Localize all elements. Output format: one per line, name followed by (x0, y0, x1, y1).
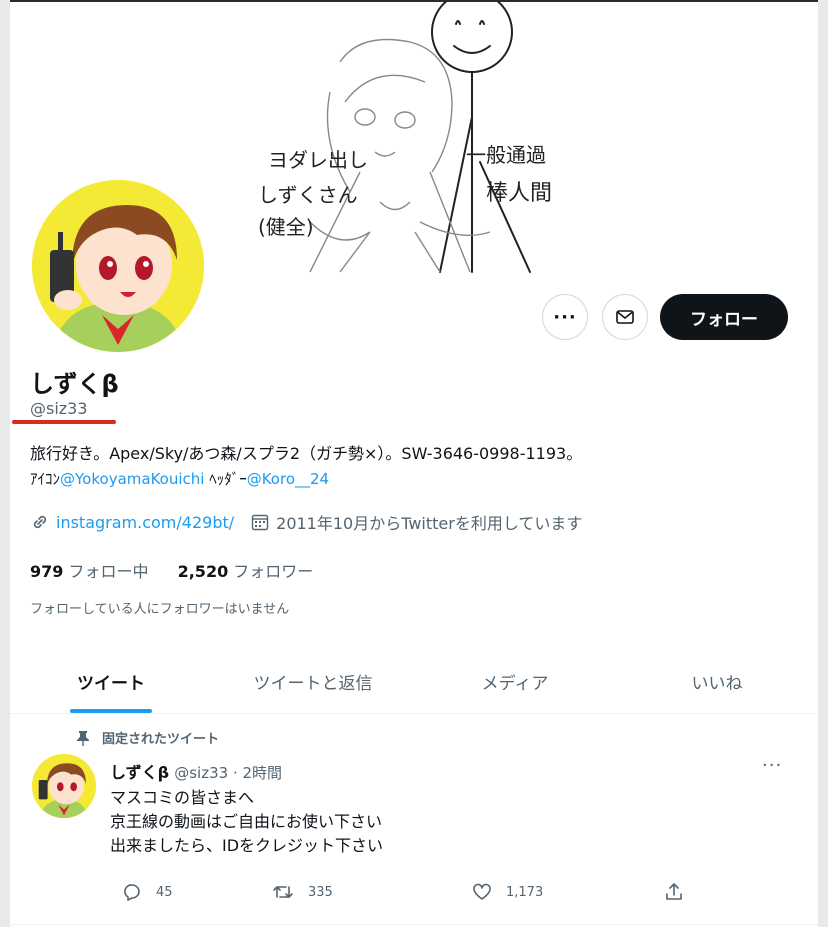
profile-page: ヨダレ出し しずくさん (健全) 一般通過 棒人間 ··· フォロー しずくβ … (10, 0, 818, 927)
tweet-line: 京王線の動画はご自由にお使い下さい (110, 812, 383, 831)
retweet-button[interactable]: 335 (272, 882, 333, 902)
joined-date: 2011年10月からTwitterを利用しています (276, 514, 583, 533)
art-label-right-1: 一般通過 (466, 143, 546, 167)
active-tab-indicator (70, 709, 152, 713)
retweet-icon (273, 886, 293, 898)
tab-likes[interactable]: いいね (616, 650, 818, 713)
followers-label: フォロワー (228, 562, 314, 581)
tab-media[interactable]: メディア (414, 650, 616, 713)
like-count: 1,173 (506, 884, 544, 900)
annotation-underline (12, 420, 116, 424)
tab-tweets-and-replies[interactable]: ツイートと返信 (212, 650, 414, 713)
tweet-header: しずくβ @siz33 · 2時間 (110, 759, 282, 783)
link-icon (33, 515, 47, 529)
reply-count: 45 (156, 884, 173, 900)
art-label-left-1: ヨダレ出し (268, 148, 368, 172)
profile-meta: instagram.com/429bt/ 2011年10月からTwitterを利… (30, 510, 598, 534)
website-link[interactable]: instagram.com/429bt/ (56, 513, 234, 532)
profile-handle: @siz33 (30, 399, 88, 418)
bio-line-1: 旅行好き。Apex/Sky/あつ森/スプラ2（ガチ勢×）。SW-3646-099… (30, 444, 583, 463)
retweet-count: 335 (308, 884, 333, 900)
follow-counts: 979 フォロー中 2,520 フォロワー (30, 558, 337, 582)
tweet-actions: 45 335 1,173 (110, 882, 690, 910)
share-button[interactable] (664, 882, 698, 902)
art-label-left-2: しずくさん (258, 183, 358, 207)
following-link[interactable]: 979 フォロー中 (30, 562, 149, 581)
share-icon (666, 883, 682, 900)
tweet-line: マスコミの皆さまへ (110, 788, 255, 807)
more-options-button[interactable]: ··· (542, 294, 588, 340)
reply-icon (124, 884, 140, 901)
website-item: instagram.com/429bt/ (30, 512, 234, 532)
follow-button[interactable]: フォロー (660, 294, 788, 340)
tweet-time[interactable]: 2時間 (243, 764, 283, 782)
following-label: フォロー中 (63, 562, 149, 581)
pin-icon (77, 730, 89, 746)
profile-avatar[interactable] (28, 176, 208, 356)
joined-item: 2011年10月からTwitterを利用しています (250, 510, 582, 534)
bio-link-icon-artist[interactable]: @YokoyamaKouichi (60, 470, 204, 488)
more-icon: ··· (553, 306, 577, 328)
tab-tweets-label: ツイート (77, 674, 145, 694)
art-label-left-3: (健全) (258, 215, 314, 239)
art-label-right-2: 棒人間 (486, 181, 552, 206)
pinned-indicator: 固定されたツイート (76, 728, 219, 747)
tweet-avatar[interactable] (32, 754, 96, 818)
profile-name: しずくβ (30, 370, 119, 398)
bio-line-2: ｱｲｺﾝ@YokoyamaKouichi ﾍｯﾀﾞｰ@Koro__24 (30, 468, 329, 489)
profile-tabs: ツイート ツイートと返信 メディア いいね (10, 650, 818, 714)
tweet-more-icon[interactable]: ··· (762, 755, 782, 776)
tweet-text: マスコミの皆さまへ 京王線の動画はご自由にお使い下さい 出来ましたら、IDをクレ… (110, 786, 383, 858)
pinned-label: 固定されたツイート (102, 732, 220, 747)
message-button[interactable] (602, 294, 648, 340)
tweet-author-handle[interactable]: @siz33 (174, 764, 228, 782)
followers-link[interactable]: 2,520 フォロワー (178, 562, 314, 581)
followers-you-know: フォローしている人にフォロワーはいません (30, 602, 290, 617)
divider (10, 924, 818, 925)
followers-count: 2,520 (177, 562, 229, 581)
tweet-dot: · (228, 764, 243, 782)
mail-icon (616, 310, 634, 324)
avatar-illustration (32, 180, 204, 352)
tab-replies-label: ツイートと返信 (253, 674, 373, 694)
bio-header-credit-label: ﾍｯﾀﾞｰ (204, 470, 247, 488)
tab-media-label: メディア (481, 674, 549, 694)
bio-icon-credit-label: ｱｲｺﾝ (30, 470, 61, 488)
tweet-line: 出来ましたら、IDをクレジット下さい (110, 836, 384, 855)
like-button[interactable]: 1,173 (472, 882, 543, 902)
tweet-author-name[interactable]: しずくβ (110, 763, 169, 782)
tweet-avatar-illustration (32, 754, 96, 818)
heart-icon (473, 883, 491, 900)
tab-tweets[interactable]: ツイート (10, 650, 212, 713)
reply-button[interactable]: 45 (122, 882, 173, 902)
following-count: 979 (30, 562, 64, 581)
tab-likes-label: いいね (691, 674, 743, 694)
bio-link-header-artist[interactable]: @Koro__24 (247, 470, 329, 488)
calendar-icon (251, 514, 269, 531)
